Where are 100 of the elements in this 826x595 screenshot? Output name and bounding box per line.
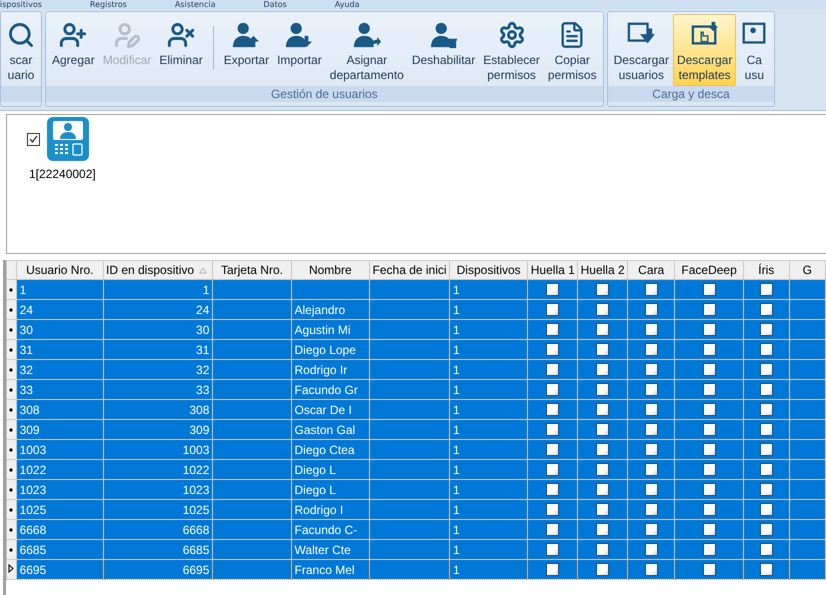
ribbon-button[interactable]: Descargar templates (672, 14, 736, 86)
cell-checkbox[interactable] (702, 363, 716, 376)
row-header[interactable] (6, 400, 16, 420)
row-header[interactable] (6, 320, 16, 340)
cell-checkbox[interactable] (760, 463, 773, 476)
row-header[interactable] (6, 520, 16, 540)
menu-item[interactable]: Ayuda (334, 0, 360, 9)
cell-checkbox[interactable] (596, 443, 610, 456)
cell-checkbox[interactable] (644, 283, 658, 296)
cell-checkbox[interactable] (760, 503, 773, 516)
cell-checkbox[interactable] (702, 343, 716, 356)
ribbon-button[interactable]: Deshabilitar (408, 14, 480, 86)
cell-checkbox[interactable] (546, 423, 560, 436)
column-header[interactable]: Huella 2 (578, 260, 628, 280)
ribbon-button[interactable]: scar uario (3, 14, 39, 86)
cell-checkbox[interactable] (760, 283, 773, 296)
ribbon-button[interactable]: Asignar departamento (326, 14, 408, 86)
cell-checkbox[interactable] (596, 423, 610, 436)
column-header[interactable]: Nombre (291, 260, 370, 280)
cell-checkbox[interactable] (546, 283, 560, 296)
cell-checkbox[interactable] (760, 523, 773, 536)
cell-checkbox[interactable] (644, 423, 658, 436)
column-header[interactable]: Dispositivos (449, 260, 528, 280)
cell-checkbox[interactable] (596, 463, 610, 476)
cell-checkbox[interactable] (702, 463, 716, 476)
cell-checkbox[interactable] (702, 523, 716, 536)
row-header[interactable] (6, 500, 16, 520)
cell-checkbox[interactable] (546, 503, 560, 516)
column-header[interactable]: Fecha de inici (370, 260, 450, 280)
cell-checkbox[interactable] (702, 543, 716, 556)
cell-checkbox[interactable] (596, 383, 610, 396)
column-header[interactable]: FaceDeep (674, 260, 744, 280)
row-header[interactable] (6, 380, 16, 400)
cell-checkbox[interactable] (644, 563, 658, 576)
cell-checkbox[interactable] (644, 403, 658, 416)
cell-checkbox[interactable] (702, 303, 716, 316)
cell-checkbox[interactable] (702, 383, 716, 396)
cell-checkbox[interactable] (644, 463, 658, 476)
menu-item[interactable]: ispositivos (0, 0, 42, 9)
row-header[interactable] (6, 280, 16, 300)
cell-checkbox[interactable] (596, 323, 610, 336)
cell-checkbox[interactable] (596, 303, 610, 316)
row-header[interactable] (6, 420, 16, 440)
menu-item[interactable]: Registros (90, 0, 127, 9)
row-header[interactable] (6, 360, 16, 380)
cell-checkbox[interactable] (546, 463, 560, 476)
cell-checkbox[interactable] (644, 503, 658, 516)
ribbon-button[interactable]: Agregar (48, 14, 99, 86)
cell-checkbox[interactable] (760, 323, 773, 336)
cell-checkbox[interactable] (596, 483, 610, 496)
cell-checkbox[interactable] (546, 343, 560, 356)
menu-item[interactable]: Asistencia (174, 0, 216, 9)
cell-checkbox[interactable] (644, 323, 658, 336)
cell-checkbox[interactable] (546, 483, 560, 496)
row-header[interactable] (6, 340, 16, 360)
cell-checkbox[interactable] (644, 363, 658, 376)
ribbon-button[interactable]: Descargar usuarios (610, 14, 673, 86)
column-header[interactable]: Cara (628, 260, 675, 280)
cell-checkbox[interactable] (760, 343, 773, 356)
cell-checkbox[interactable] (546, 563, 560, 576)
cell-checkbox[interactable] (760, 303, 773, 316)
row-header[interactable] (6, 460, 16, 480)
ribbon-button[interactable]: Ca usu (736, 14, 772, 86)
cell-checkbox[interactable] (702, 503, 716, 516)
row-header[interactable] (6, 560, 16, 580)
cell-checkbox[interactable] (644, 523, 658, 536)
ribbon-button[interactable]: Copiar permisos (544, 14, 601, 86)
cell-checkbox[interactable] (644, 343, 658, 356)
column-header[interactable]: Usuario Nro. (16, 260, 104, 280)
cell-checkbox[interactable] (760, 563, 773, 576)
terminal-icon[interactable] (47, 117, 89, 161)
cell-checkbox[interactable] (760, 403, 773, 416)
row-header[interactable] (6, 480, 16, 500)
cell-checkbox[interactable] (596, 403, 610, 416)
row-header[interactable] (6, 440, 16, 460)
column-header[interactable]: G (789, 260, 826, 280)
cell-checkbox[interactable] (760, 543, 773, 556)
cell-checkbox[interactable] (546, 303, 560, 316)
cell-checkbox[interactable] (644, 483, 658, 496)
row-header[interactable] (6, 300, 16, 320)
cell-checkbox[interactable] (702, 283, 716, 296)
cell-checkbox[interactable] (702, 563, 716, 576)
device-checkbox[interactable] (27, 132, 40, 146)
column-header[interactable]: ID en dispositivo (103, 260, 213, 280)
cell-checkbox[interactable] (702, 323, 716, 336)
ribbon-button[interactable]: Exportar (220, 14, 274, 86)
menu-item[interactable]: Datos (264, 0, 287, 9)
column-header[interactable]: Tarjeta Nro. (212, 260, 292, 280)
cell-checkbox[interactable] (546, 383, 560, 396)
cell-checkbox[interactable] (546, 363, 560, 376)
cell-checkbox[interactable] (760, 443, 773, 456)
cell-checkbox[interactable] (546, 543, 560, 556)
cell-checkbox[interactable] (596, 343, 610, 356)
ribbon-button[interactable]: Establecer permisos (479, 14, 544, 86)
cell-checkbox[interactable] (644, 303, 658, 316)
cell-checkbox[interactable] (760, 383, 773, 396)
cell-checkbox[interactable] (644, 383, 658, 396)
cell-checkbox[interactable] (546, 403, 560, 416)
cell-checkbox[interactable] (546, 443, 560, 456)
cell-checkbox[interactable] (702, 423, 716, 436)
